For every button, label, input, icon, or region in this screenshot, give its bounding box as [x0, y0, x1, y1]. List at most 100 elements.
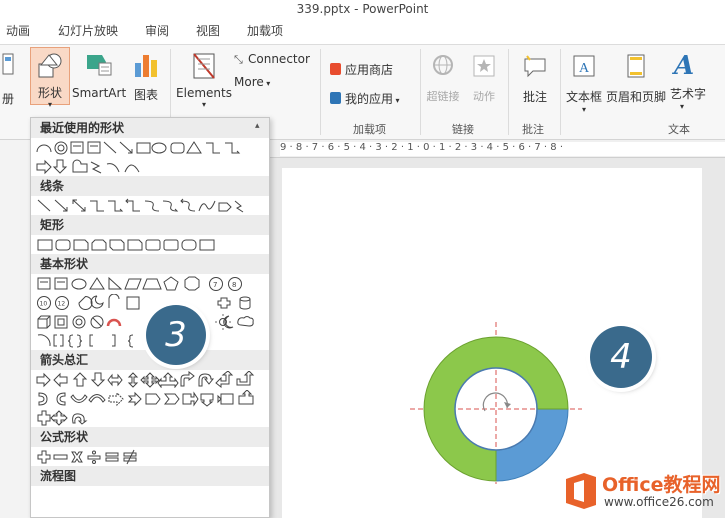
chart-button[interactable]: 图表 — [128, 51, 164, 103]
basic-shapes-row-1[interactable]: 7 8 — [35, 275, 267, 292]
comment-button[interactable]: 批注 — [516, 53, 554, 105]
connector-icon: ⤡ — [234, 53, 243, 66]
wordart-icon: A — [674, 51, 695, 81]
album-label: 册 — [1, 92, 14, 106]
svg-text:7: 7 — [213, 281, 217, 289]
smartart-icon — [87, 55, 112, 76]
shape-row[interactable] — [31, 447, 269, 466]
my-apps-icon — [330, 92, 341, 104]
store-bag-icon — [330, 63, 341, 75]
more-label: More — [234, 75, 264, 89]
tab-slideshow[interactable]: 幻灯片放映 — [58, 22, 118, 39]
links-group-label: 链接 — [452, 123, 474, 136]
connector-label: Connector — [248, 52, 310, 66]
tab-view[interactable]: 视图 — [196, 22, 220, 39]
section-lines: 线条 — [31, 176, 269, 196]
shape-row[interactable]: 7 8 — [31, 274, 269, 293]
section-equation-shapes: 公式形状 — [31, 427, 269, 447]
dropdown-caret-icon: ▾ — [581, 105, 586, 114]
app-store-button[interactable]: 应用商店 — [330, 61, 393, 78]
tab-addins[interactable]: 加载项 — [247, 22, 283, 39]
section-block-arrows: 箭头总汇 — [31, 350, 269, 370]
app-store-label: 应用商店 — [345, 63, 394, 77]
textbox-label: 文本框 — [565, 90, 602, 104]
scroll-up-icon[interactable]: ▴ — [255, 121, 266, 132]
smartart-button[interactable]: SmartArt — [72, 51, 126, 100]
horizontal-ruler: 9 · 8 · 7 · 6 · 5 · 4 · 3 · 2 · 1 · 0 · … — [280, 142, 725, 156]
connector-button[interactable]: ⤡ Connector — [234, 52, 310, 67]
tab-review[interactable]: 审阅 — [145, 22, 169, 39]
rotate-handle-icon[interactable] — [482, 392, 508, 412]
hyperlink-label: 超链接 — [426, 90, 460, 103]
elements-button[interactable]: Elements ▾ — [176, 51, 232, 109]
header-footer-button[interactable]: 页眉和页脚 — [606, 53, 666, 105]
section-flowchart: 流程图 — [31, 466, 269, 486]
dropdown-caret-icon: ▾ — [680, 102, 685, 111]
section-recent-shapes: 最近使用的形状 — [31, 118, 269, 138]
hyperlink-button[interactable]: 超链接 — [424, 53, 462, 104]
svg-text:12: 12 — [58, 301, 66, 308]
equation-shapes-row[interactable] — [35, 448, 267, 465]
shape-row[interactable] — [31, 196, 269, 215]
elements-label: Elements — [176, 86, 232, 100]
chart-icon — [135, 55, 157, 77]
comment-label: 批注 — [522, 90, 547, 104]
svg-text:A: A — [579, 61, 590, 76]
watermark-url: www.office26.com — [604, 495, 714, 509]
recent-shapes-row-1[interactable] — [35, 139, 267, 156]
shapes-icon — [38, 53, 62, 78]
tab-animations[interactable]: 动画 — [6, 22, 30, 39]
dropdown-caret-icon: ▾ — [201, 100, 206, 109]
dropdown-caret-icon: ▾ — [393, 96, 400, 105]
textbox-button[interactable]: A 文本框 ▾ — [564, 53, 604, 114]
shape-row[interactable] — [31, 389, 269, 408]
comment-icon — [524, 55, 546, 78]
office-logo-icon — [566, 473, 596, 509]
step-badge-4: 4 — [590, 326, 652, 388]
window-title: 339.pptx - PowerPoint — [0, 0, 725, 18]
my-apps-label: 我的应用 — [345, 92, 394, 106]
shape-row[interactable] — [31, 157, 269, 176]
svg-text:8: 8 — [232, 281, 236, 289]
block-arrows-row-1[interactable] — [35, 371, 267, 388]
shape-row[interactable]: 10 12 — [31, 293, 269, 312]
watermark: Office教程网 www.office26.com — [556, 468, 722, 514]
my-apps-button[interactable]: 我的应用 ▾ — [330, 90, 400, 107]
text-group-label: 文本 — [668, 123, 690, 136]
section-basic-shapes: 基本形状 — [31, 254, 269, 274]
comment-group-label: 批注 — [522, 123, 544, 136]
ribbon-tabs: 动画 幻灯片放映 审阅 视图 加载项 — [0, 18, 725, 44]
recent-shapes-row-2[interactable] — [35, 158, 267, 175]
block-arrows-row-2[interactable] — [35, 390, 267, 407]
action-button[interactable]: 动作 — [466, 53, 502, 104]
globe-link-icon — [433, 55, 453, 75]
elements-icon — [193, 53, 215, 79]
step-badge-3: 3 — [146, 305, 206, 365]
wordart-button[interactable]: A 艺术字 ▾ — [670, 53, 725, 111]
shape-row[interactable] — [31, 370, 269, 389]
shapes-button[interactable]: 形状 ▾ — [30, 47, 70, 109]
header-footer-label: 页眉和页脚 — [606, 90, 667, 104]
dropdown-caret-icon: ▾ — [47, 100, 52, 109]
star-action-icon — [473, 55, 495, 77]
album-button-partial[interactable]: 册 — [0, 51, 16, 107]
wordart-label: 艺术字 — [670, 87, 707, 101]
more-button[interactable]: More ▾ — [234, 75, 270, 89]
svg-text:10: 10 — [40, 301, 48, 308]
album-icon — [2, 53, 14, 75]
chart-label: 图表 — [133, 88, 158, 102]
block-arrows-row-3[interactable] — [35, 409, 267, 426]
addins-group-label: 加载项 — [353, 123, 386, 136]
watermark-brand: Office教程网 — [602, 474, 721, 496]
shapes-label: 形状 — [37, 86, 62, 100]
header-footer-icon — [627, 54, 645, 78]
shape-row[interactable] — [31, 408, 269, 427]
dropdown-caret-icon: ▾ — [263, 79, 271, 88]
basic-shapes-row-2[interactable]: 10 12 — [35, 294, 267, 311]
lines-row[interactable] — [35, 197, 267, 214]
smartart-label: SmartArt — [72, 86, 127, 100]
shape-row[interactable] — [31, 138, 269, 157]
section-rectangles: 矩形 — [31, 215, 269, 235]
shape-row[interactable] — [31, 235, 269, 254]
rectangles-row[interactable] — [35, 236, 267, 253]
